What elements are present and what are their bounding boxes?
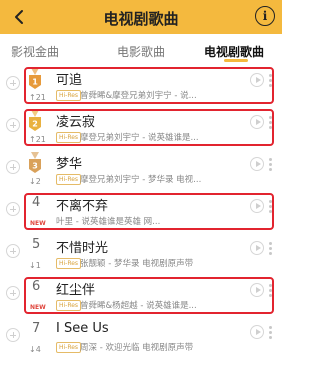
song-title: 可追	[56, 73, 83, 88]
rank-medal-icon: 1	[29, 68, 41, 89]
hires-badge: Hi-Res	[56, 300, 82, 311]
add-icon[interactable]	[6, 328, 20, 342]
play-icon[interactable]	[250, 241, 264, 255]
song-subtitle: 曾舜晞&杨超越 - 说英雄谁是...	[80, 301, 197, 311]
rank-number: 3	[32, 162, 38, 171]
add-icon[interactable]	[6, 244, 20, 258]
song-subtitle: 摩登兄弟刘宇宁 - 说英雄谁是...	[80, 133, 199, 143]
song-row[interactable]: 4 NEW 不离不弃叶里 - 说英雄谁是英雄 网...	[0, 190, 282, 232]
more-options-icon[interactable]	[268, 326, 272, 342]
more-options-icon[interactable]	[268, 74, 272, 90]
add-icon[interactable]	[6, 286, 20, 300]
new-badge: NEW	[30, 304, 46, 311]
play-icon[interactable]	[250, 199, 264, 213]
tab-film-tv-hits[interactable]: 影视金曲	[11, 43, 59, 60]
song-subtitle: 叶里 - 说英雄谁是英雄 网...	[56, 217, 161, 227]
play-icon[interactable]	[250, 283, 264, 297]
play-icon[interactable]	[250, 157, 264, 171]
tab-movie-songs[interactable]: 电影歌曲	[117, 43, 165, 60]
add-icon[interactable]	[6, 160, 20, 174]
song-list: 1 ↑21 可追 Hi-Res 曾舜晞&摩登兄弟刘宇宁 - 说... 2 ↑21 凌云寂 Hi-…	[0, 64, 282, 358]
song-row[interactable]: 5 ↓1 不惜时光 Hi-Res 张靓颖 - 梦华录 电视剧原声带	[0, 232, 282, 274]
song-title: 不离不弃	[56, 199, 109, 214]
rank-number: 4	[32, 195, 41, 210]
song-subtitle: 张靓颖 - 梦华录 电视剧原声带	[80, 259, 194, 269]
active-tab-indicator	[224, 59, 248, 62]
more-options-icon[interactable]	[268, 116, 272, 132]
song-subtitle: 摩登兄弟刘宇宁 - 梦华录 电视...	[80, 175, 202, 185]
add-icon[interactable]	[6, 202, 20, 216]
add-icon[interactable]	[6, 118, 20, 132]
more-options-icon[interactable]	[268, 200, 272, 216]
rank-change: ↓2	[29, 177, 41, 186]
rank-medal-icon: 2	[29, 110, 41, 131]
rank-number: 1	[32, 78, 38, 87]
hires-badge: Hi-Res	[56, 258, 82, 269]
page-title: 电视剧歌曲	[103, 10, 179, 28]
hires-badge: Hi-Res	[56, 174, 82, 185]
more-options-icon[interactable]	[268, 284, 272, 300]
hires-badge: Hi-Res	[56, 90, 82, 101]
song-title: I See Us	[56, 321, 109, 336]
song-subtitle: 周深 - 欢迎光临 电视剧原声带	[80, 343, 194, 353]
more-options-icon[interactable]	[268, 242, 272, 258]
play-icon[interactable]	[250, 115, 264, 129]
rank-medal-icon: 3	[29, 152, 41, 173]
song-row[interactable]: 3 ↓2 梦华 Hi-Res 摩登兄弟刘宇宁 - 梦华录 电视...	[0, 148, 282, 190]
add-icon[interactable]	[6, 76, 20, 90]
rank-number: 2	[32, 120, 38, 129]
song-title: 梦华	[56, 157, 83, 172]
info-button[interactable]: i	[255, 6, 275, 26]
rank-change: ↓4	[29, 345, 41, 354]
play-icon[interactable]	[250, 325, 264, 339]
tab-bar: 影视金曲 电影歌曲 电视剧歌曲	[0, 34, 282, 64]
rank-number: 7	[32, 321, 41, 336]
song-title: 红尘伴	[56, 283, 96, 298]
rank-number: 6	[32, 279, 41, 294]
rank-change: ↓1	[29, 261, 41, 270]
hires-badge: Hi-Res	[56, 342, 82, 353]
rank-change: ↑21	[29, 135, 46, 144]
song-row[interactable]: 1 ↑21 可追 Hi-Res 曾舜晞&摩登兄弟刘宇宁 - 说...	[0, 64, 282, 106]
song-title: 不惜时光	[56, 241, 109, 256]
song-row[interactable]: 7 ↓4 I See Us Hi-Res 周深 - 欢迎光临 电视剧原声带	[0, 316, 282, 358]
song-row[interactable]: 6 NEW 红尘伴 Hi-Res 曾舜晞&杨超越 - 说英雄谁是...	[0, 274, 282, 316]
rank-number: 5	[32, 237, 41, 252]
hires-badge: Hi-Res	[56, 132, 82, 143]
new-badge: NEW	[30, 220, 46, 227]
more-options-icon[interactable]	[268, 158, 272, 174]
play-icon[interactable]	[250, 73, 264, 87]
top-bar: 电视剧歌曲 i	[0, 0, 282, 34]
song-title: 凌云寂	[56, 115, 96, 130]
tab-tv-drama-songs[interactable]: 电视剧歌曲	[204, 43, 264, 60]
rank-change: ↑21	[29, 93, 46, 102]
song-subtitle: 曾舜晞&摩登兄弟刘宇宁 - 说...	[80, 91, 197, 101]
song-row[interactable]: 2 ↑21 凌云寂 Hi-Res 摩登兄弟刘宇宁 - 说英雄谁是...	[0, 106, 282, 148]
